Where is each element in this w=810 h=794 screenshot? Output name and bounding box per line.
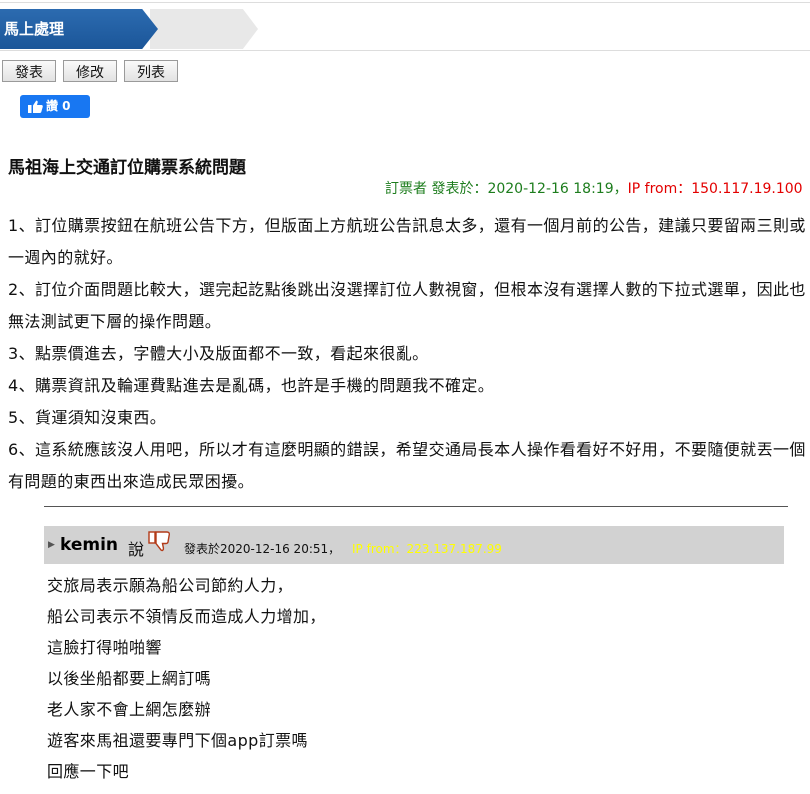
- says-label: 說: [128, 540, 145, 559]
- reply-line: 以後坐船都要上網訂嗎: [47, 669, 212, 688]
- post-ip: 150.117.19.100: [691, 181, 803, 197]
- reply-divider: [44, 506, 788, 507]
- post-paragraph: 1、訂位購票按鈕在航班公告下方，但版面上方航班公告訊息太多，還有一個月前的公告，…: [8, 216, 806, 267]
- post-paragraph: 3、點票價進去，字體大小及版面都不一致，看起來很亂。: [8, 344, 429, 363]
- reply-line: 這臉打得啪啪響: [47, 638, 162, 657]
- reply-line: 船公司表示不領情反而造成人力增加，: [47, 607, 326, 626]
- list-button[interactable]: 列表: [124, 60, 178, 82]
- breadcrumb-current-label: 馬上處理: [4, 20, 65, 38]
- reply-header: ▶ kemin 說 發表於2020-12-16 20:51， IP from：2…: [44, 526, 784, 564]
- reply-line: 老人家不會上網怎麼辦: [47, 700, 212, 719]
- facebook-like-button[interactable]: 讚 0: [20, 95, 90, 118]
- thumbs-down-icon[interactable]: [148, 531, 172, 553]
- meta-separator: ，: [613, 181, 628, 197]
- post-title: 馬祖海上交通訂位購票系統問題: [8, 158, 246, 178]
- reply-line: 交旅局表示願為船公司節約人力，: [47, 576, 294, 595]
- reply-ip: IP from：223.137.187.99: [352, 542, 502, 556]
- post-paragraph: 2、訂位介面問題比較大，選完起訖點後跳出沒選擇訂位人數視窗，但根本沒有選擇人數的…: [8, 280, 806, 331]
- posted-label: 發表於：: [431, 181, 488, 197]
- thumbs-up-icon: [28, 100, 43, 113]
- reply-username[interactable]: kemin: [60, 535, 118, 555]
- reply-line: 回應一下吧: [47, 762, 130, 781]
- post-meta: 訂票者 發表於：2020-12-16 18:19，IP from：150.117…: [385, 178, 810, 198]
- post-datetime: 2020-12-16 18:19: [487, 181, 614, 197]
- reply-time: 發表於2020-12-16 20:51，: [184, 542, 341, 556]
- reply-content: 交旅局表示願為船公司節約人力， 船公司表示不領情反而造成人力增加， 這臉打得啪啪…: [47, 570, 787, 787]
- post-paragraph: 5、貨運須知沒東西。: [8, 408, 167, 427]
- edit-button[interactable]: 修改: [63, 60, 117, 82]
- post-author: 訂票者: [385, 181, 427, 197]
- ip-label: IP from：: [627, 181, 692, 197]
- post-paragraph: 6、這系統應該沒人用吧，所以才有這麼明顯的錯誤，希望交通局長本人操作看看好不好用…: [8, 440, 806, 491]
- reply-line: 遊客來馬祖還要專門下個app訂票嗎: [47, 731, 308, 750]
- post-button[interactable]: 發表: [2, 60, 56, 82]
- post-content: 1、訂位購票按鈕在航班公告下方，但版面上方航班公告訊息太多，還有一個月前的公告，…: [8, 210, 808, 498]
- breadcrumb: 馬上處理: [0, 8, 810, 51]
- breadcrumb-current[interactable]: 馬上處理: [0, 9, 158, 49]
- top-divider: [0, 2, 810, 3]
- breadcrumb-tail: [150, 9, 258, 49]
- post-paragraph: 4、購票資訊及輪運費點進去是亂碼，也許是手機的問題我不確定。: [8, 376, 495, 395]
- like-count-label: 讚 0: [46, 99, 71, 113]
- triangle-right-icon: ▶: [48, 540, 55, 550]
